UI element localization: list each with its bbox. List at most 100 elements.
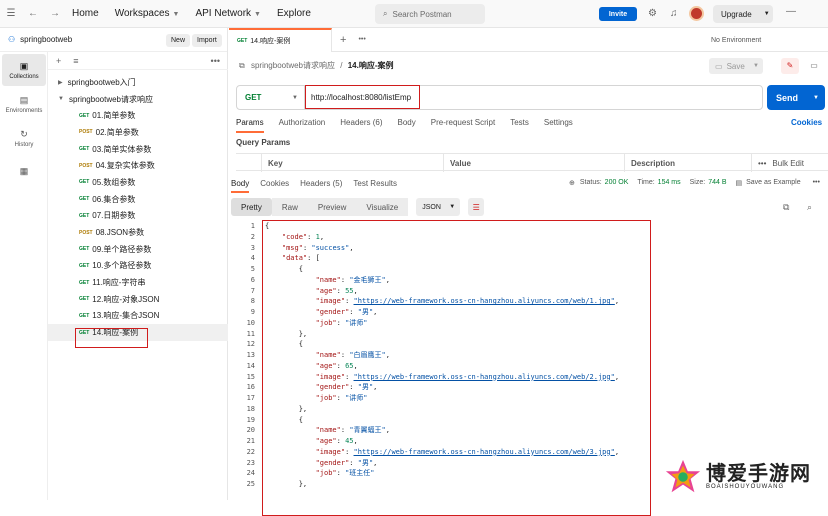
request-item[interactable]: GET 13.响应-集合JSON bbox=[48, 308, 228, 325]
chevron-down-icon: ▼ bbox=[254, 11, 261, 18]
request-method: GET bbox=[79, 262, 90, 269]
request-method: POST bbox=[79, 229, 93, 236]
forward-icon[interactable]: → bbox=[44, 8, 66, 19]
rail-environments[interactable]: ▤ Environments bbox=[2, 88, 46, 120]
chevron-down-icon: ▼ bbox=[292, 94, 298, 101]
tab-authorization[interactable]: Authorization bbox=[279, 118, 326, 133]
request-item[interactable]: GET 09.单个路径参数 bbox=[48, 241, 228, 258]
format-pretty[interactable]: Pretty bbox=[231, 198, 272, 216]
more-icon[interactable]: ••• bbox=[211, 56, 220, 66]
request-item[interactable]: GET 06.集合参数 bbox=[48, 191, 228, 208]
send-label: Send bbox=[776, 92, 799, 103]
breadcrumb-parent[interactable]: springbootweb请求响应 bbox=[251, 61, 335, 70]
language-select[interactable]: JSON ▼ bbox=[416, 198, 461, 216]
settings-icon[interactable]: ⚙ bbox=[648, 8, 657, 19]
resp-tab-headers[interactable]: Headers (5) bbox=[300, 179, 342, 193]
save-button[interactable]: ▭ Save ▼ bbox=[709, 58, 763, 74]
wrap-lines-icon[interactable]: ☰ bbox=[468, 198, 485, 216]
resp-tab-cookies[interactable]: Cookies bbox=[260, 179, 289, 193]
resp-tab-body[interactable]: Body bbox=[231, 179, 250, 193]
search-icon[interactable]: ⌕ bbox=[807, 202, 812, 213]
tab-tests[interactable]: Tests bbox=[510, 118, 529, 133]
request-item[interactable]: GET 07.日期参数 bbox=[48, 208, 228, 225]
new-tab-icon[interactable]: + bbox=[340, 34, 346, 46]
request-item[interactable]: GET 03.简单实体参数 bbox=[48, 141, 228, 158]
search-input[interactable]: ⌕ Search Postman bbox=[375, 4, 485, 24]
rail-collections-label: Collections bbox=[9, 73, 39, 80]
nav-workspaces[interactable]: Workspaces ▼ bbox=[115, 8, 180, 19]
nav-api-network[interactable]: API Network ▼ bbox=[195, 8, 261, 19]
request-tab[interactable]: GET 14.响应-案例 bbox=[229, 27, 332, 52]
tab-params[interactable]: Params bbox=[236, 118, 264, 133]
copy-icon[interactable]: ⧉ bbox=[783, 202, 789, 213]
watermark-title: 博爱手游网 bbox=[706, 463, 811, 485]
folder-item[interactable]: ▶ springbootweb入门 bbox=[48, 74, 228, 91]
format-raw[interactable]: Raw bbox=[271, 198, 308, 216]
rail-apps[interactable]: ▦ bbox=[2, 156, 46, 188]
breadcrumb: ⧉ springbootweb请求响应 / 14.响应-案例 bbox=[239, 60, 394, 71]
request-method: GET bbox=[79, 196, 90, 203]
minimize-icon[interactable]: — bbox=[786, 6, 796, 17]
new-button[interactable]: New bbox=[166, 34, 191, 47]
folder-item[interactable]: ▼ springbootweb请求响应 bbox=[48, 91, 228, 108]
more-tabs-icon[interactable]: ••• bbox=[358, 36, 365, 43]
status-value[interactable]: 200 OK bbox=[605, 179, 629, 187]
request-item[interactable]: GET 01.简单参数 bbox=[48, 107, 228, 124]
line-number: 17 bbox=[246, 394, 255, 402]
history-icon: ↻ bbox=[20, 128, 28, 139]
line-number: 8 bbox=[250, 297, 255, 306]
import-button[interactable]: Import bbox=[192, 34, 222, 47]
nav-explore[interactable]: Explore bbox=[277, 8, 311, 19]
invite-button[interactable]: Invite bbox=[599, 7, 637, 21]
back-icon[interactable]: ← bbox=[22, 8, 44, 19]
save-as-example-button[interactable]: Save as Example bbox=[746, 179, 800, 187]
request-label: 03.简单实体参数 bbox=[92, 144, 152, 154]
watermark: 博爱手游网 BOAISHOUYOUWANG bbox=[664, 458, 811, 496]
search-icon: ⌕ bbox=[383, 9, 388, 18]
line-number: 10 bbox=[246, 318, 255, 327]
bulk-edit-link[interactable]: ••• Bulk Edit bbox=[752, 154, 804, 172]
workspace-name[interactable]: springbootweb bbox=[20, 35, 72, 44]
chevron-down-icon: ▼ bbox=[58, 96, 64, 103]
more-icon[interactable]: ••• bbox=[813, 179, 820, 187]
format-preview[interactable]: Preview bbox=[307, 198, 357, 216]
status-label: Status: bbox=[579, 179, 602, 186]
request-method: POST bbox=[79, 162, 93, 169]
tab-settings[interactable]: Settings bbox=[544, 118, 573, 133]
request-item[interactable]: GET 05.数组参数 bbox=[48, 174, 228, 191]
tab-body[interactable]: Body bbox=[398, 118, 416, 133]
resp-tab-test-results[interactable]: Test Results bbox=[353, 179, 397, 193]
avatar[interactable] bbox=[689, 6, 704, 21]
method-select[interactable]: GET ▼ bbox=[237, 86, 305, 109]
format-visualize[interactable]: Visualize bbox=[356, 198, 409, 216]
request-item[interactable]: GET 10.多个路径参数 bbox=[48, 258, 228, 275]
request-item[interactable]: GET 12.响应-对象JSON bbox=[48, 291, 228, 308]
request-item[interactable]: POST 02.简单参数 bbox=[48, 124, 228, 141]
rail-history[interactable]: ↻ History bbox=[2, 122, 46, 154]
environment-select[interactable]: No Environment bbox=[711, 37, 761, 44]
size-value[interactable]: 744 B bbox=[708, 179, 726, 187]
bell-icon[interactable]: ♫ bbox=[670, 8, 678, 19]
request-label: 13.响应-集合JSON bbox=[92, 311, 160, 321]
request-item[interactable]: GET 11.响应-字符串 bbox=[48, 274, 228, 291]
cookies-link[interactable]: Cookies bbox=[791, 118, 822, 127]
line-number: 18 bbox=[246, 404, 255, 413]
tab-headers[interactable]: Headers (6) bbox=[340, 118, 382, 133]
filter-icon[interactable]: ≡ bbox=[73, 56, 78, 66]
time-value[interactable]: 154 ms bbox=[658, 179, 681, 187]
edit-icon[interactable]: ✎ bbox=[781, 58, 799, 74]
comment-icon[interactable]: ▭ bbox=[805, 58, 823, 74]
tab-pre-request-script[interactable]: Pre-request Script bbox=[431, 118, 495, 133]
nav-workspaces-label: Workspaces bbox=[114, 8, 170, 19]
request-item[interactable]: POST 04.复杂实体参数 bbox=[48, 157, 228, 174]
rail-collections[interactable]: ▣ Collections bbox=[2, 54, 46, 86]
upgrade-button[interactable]: Upgrade ▼ bbox=[713, 5, 773, 23]
add-icon[interactable]: + bbox=[56, 56, 61, 66]
nav-home[interactable]: Home bbox=[72, 8, 99, 19]
line-number: 3 bbox=[250, 243, 255, 252]
url-input[interactable]: http://localhost:8080/listEmp bbox=[305, 85, 420, 109]
menu-icon[interactable]: ☰ bbox=[0, 8, 22, 19]
request-item[interactable]: POST 08.JSON参数 bbox=[48, 224, 228, 241]
line-number: 4 bbox=[250, 254, 255, 263]
send-button[interactable]: Send ▼ bbox=[767, 85, 825, 110]
